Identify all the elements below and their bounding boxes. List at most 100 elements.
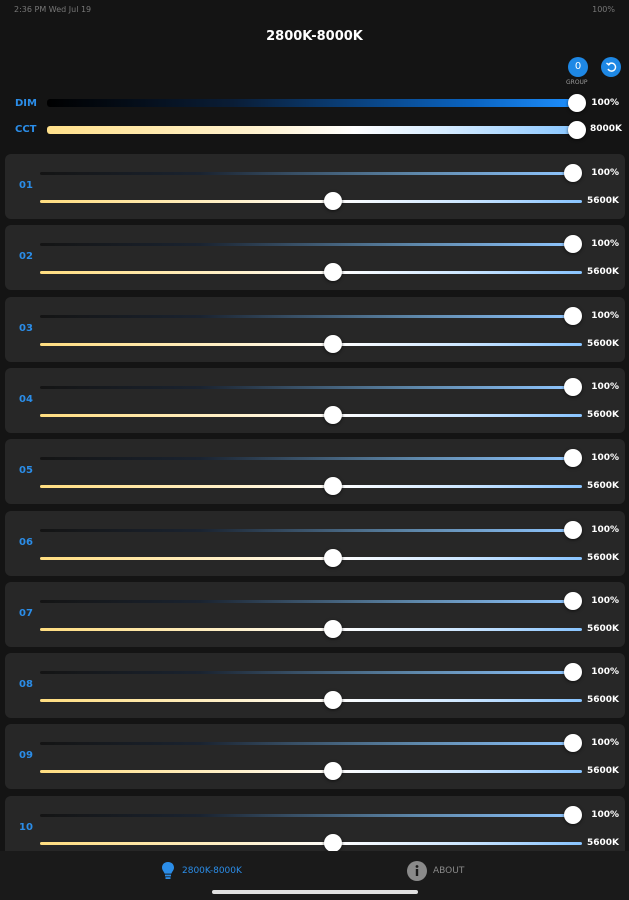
channel-dim-slider[interactable] (40, 742, 573, 745)
global-dim-value: 100% (591, 98, 619, 108)
channel-panel: 02 100% 5600K (5, 225, 625, 290)
channel-number: 07 (19, 608, 33, 619)
channel-panel: 06 100% 5600K (5, 511, 625, 576)
channel-panel: 09 100% 5600K (5, 724, 625, 789)
channel-cct-slider-thumb[interactable] (324, 477, 342, 495)
global-cct-slider-thumb[interactable] (568, 121, 586, 139)
global-dim-slider[interactable] (47, 99, 577, 107)
channel-cct-slider-thumb[interactable] (324, 335, 342, 353)
global-cct-value: 8000K (589, 124, 622, 134)
home-indicator (212, 890, 418, 894)
group-count: 0 (574, 61, 582, 72)
page-title: 2800K-8000K (266, 29, 363, 44)
channel-dim-slider[interactable] (40, 600, 573, 603)
channel-dim-slider[interactable] (40, 386, 573, 389)
channel-panel: 05 100% 5600K (5, 439, 625, 504)
channel-cct-value: 5600K (586, 766, 619, 776)
channel-dim-value: 100% (591, 667, 619, 677)
channel-panel: 04 100% 5600K (5, 368, 625, 433)
channel-number: 03 (19, 323, 33, 334)
status-battery: 100% (592, 5, 615, 14)
channel-dim-slider-thumb[interactable] (564, 663, 582, 681)
channel-cct-value: 5600K (586, 624, 619, 634)
channel-cct-value: 5600K (586, 695, 619, 705)
channel-cct-slider-thumb[interactable] (324, 192, 342, 210)
channel-cct-slider-thumb[interactable] (324, 263, 342, 281)
channel-dim-slider-thumb[interactable] (564, 734, 582, 752)
reset-button[interactable] (601, 57, 621, 77)
undo-icon (606, 62, 617, 72)
channel-cct-slider[interactable] (40, 628, 582, 631)
channel-number: 08 (19, 679, 33, 690)
channel-cct-value: 5600K (586, 553, 619, 563)
channel-cct-slider-thumb[interactable] (324, 762, 342, 780)
channel-cct-slider[interactable] (40, 343, 582, 346)
channel-cct-value: 5600K (586, 410, 619, 420)
channel-dim-slider[interactable] (40, 315, 573, 318)
channel-dim-slider-thumb[interactable] (564, 164, 582, 182)
channel-dim-slider-thumb[interactable] (564, 235, 582, 253)
channel-dim-value: 100% (591, 596, 619, 606)
channel-cct-slider-thumb[interactable] (324, 549, 342, 567)
channel-cct-slider-thumb[interactable] (324, 406, 342, 424)
channel-cct-slider-thumb[interactable] (324, 620, 342, 638)
global-dim-label: DIM (15, 98, 37, 109)
channel-dim-slider-thumb[interactable] (564, 521, 582, 539)
channel-number: 06 (19, 537, 33, 548)
channel-panel: 03 100% 5600K (5, 297, 625, 362)
channel-cct-value: 5600K (586, 339, 619, 349)
channel-dim-value: 100% (591, 810, 619, 820)
channel-cct-value: 5600K (586, 267, 619, 277)
channel-number: 05 (19, 465, 33, 476)
channel-panel: 07 100% 5600K (5, 582, 625, 647)
tab-2800k-8000k-label: 2800K-8000K (182, 866, 242, 876)
global-cct-slider[interactable] (47, 126, 577, 134)
channel-panel: 01 100% 5600K (5, 154, 625, 219)
channel-cct-slider[interactable] (40, 699, 582, 702)
channel-dim-value: 100% (591, 382, 619, 392)
tab-about-label: ABOUT (433, 866, 465, 876)
channel-dim-slider[interactable] (40, 457, 573, 460)
channel-cct-slider[interactable] (40, 842, 582, 845)
channel-cct-slider[interactable] (40, 414, 582, 417)
channel-cct-slider[interactable] (40, 200, 582, 203)
channel-cct-value: 5600K (586, 838, 619, 848)
channel-number: 01 (19, 180, 33, 191)
channel-dim-slider-thumb[interactable] (564, 592, 582, 610)
channel-number: 02 (19, 251, 33, 262)
channel-dim-slider[interactable] (40, 172, 573, 175)
channel-dim-value: 100% (591, 525, 619, 535)
channel-dim-slider-thumb[interactable] (564, 449, 582, 467)
channel-cct-slider-thumb[interactable] (324, 834, 342, 852)
channel-dim-value: 100% (591, 453, 619, 463)
channel-dim-value: 100% (591, 168, 619, 178)
channel-cct-value: 5600K (586, 481, 619, 491)
channel-dim-slider[interactable] (40, 529, 573, 532)
channel-dim-value: 100% (591, 311, 619, 321)
channel-cct-value: 5600K (586, 196, 619, 206)
channel-dim-value: 100% (591, 738, 619, 748)
channel-dim-slider-thumb[interactable] (564, 307, 582, 325)
channel-dim-value: 100% (591, 239, 619, 249)
lightbulb-icon (162, 862, 174, 879)
global-dim-slider-thumb[interactable] (568, 94, 586, 112)
channel-dim-slider[interactable] (40, 671, 573, 674)
global-cct-label: CCT (15, 124, 37, 135)
channel-cct-slider-thumb[interactable] (324, 691, 342, 709)
channel-cct-slider[interactable] (40, 770, 582, 773)
channel-number: 09 (19, 750, 33, 761)
channel-cct-slider[interactable] (40, 271, 582, 274)
channel-dim-slider[interactable] (40, 243, 573, 246)
channel-cct-slider[interactable] (40, 485, 582, 488)
channel-dim-slider-thumb[interactable] (564, 806, 582, 824)
channel-number: 04 (19, 394, 33, 405)
channel-panel: 08 100% 5600K (5, 653, 625, 718)
status-bar: 2:36 PM Wed Jul 19 100% (0, 0, 629, 20)
info-icon (407, 861, 427, 881)
channel-cct-slider[interactable] (40, 557, 582, 560)
channel-number: 10 (19, 822, 33, 833)
group-button[interactable]: 0 (568, 57, 588, 77)
channel-dim-slider[interactable] (40, 814, 573, 817)
group-label: GROUP (566, 79, 588, 86)
channel-dim-slider-thumb[interactable] (564, 378, 582, 396)
